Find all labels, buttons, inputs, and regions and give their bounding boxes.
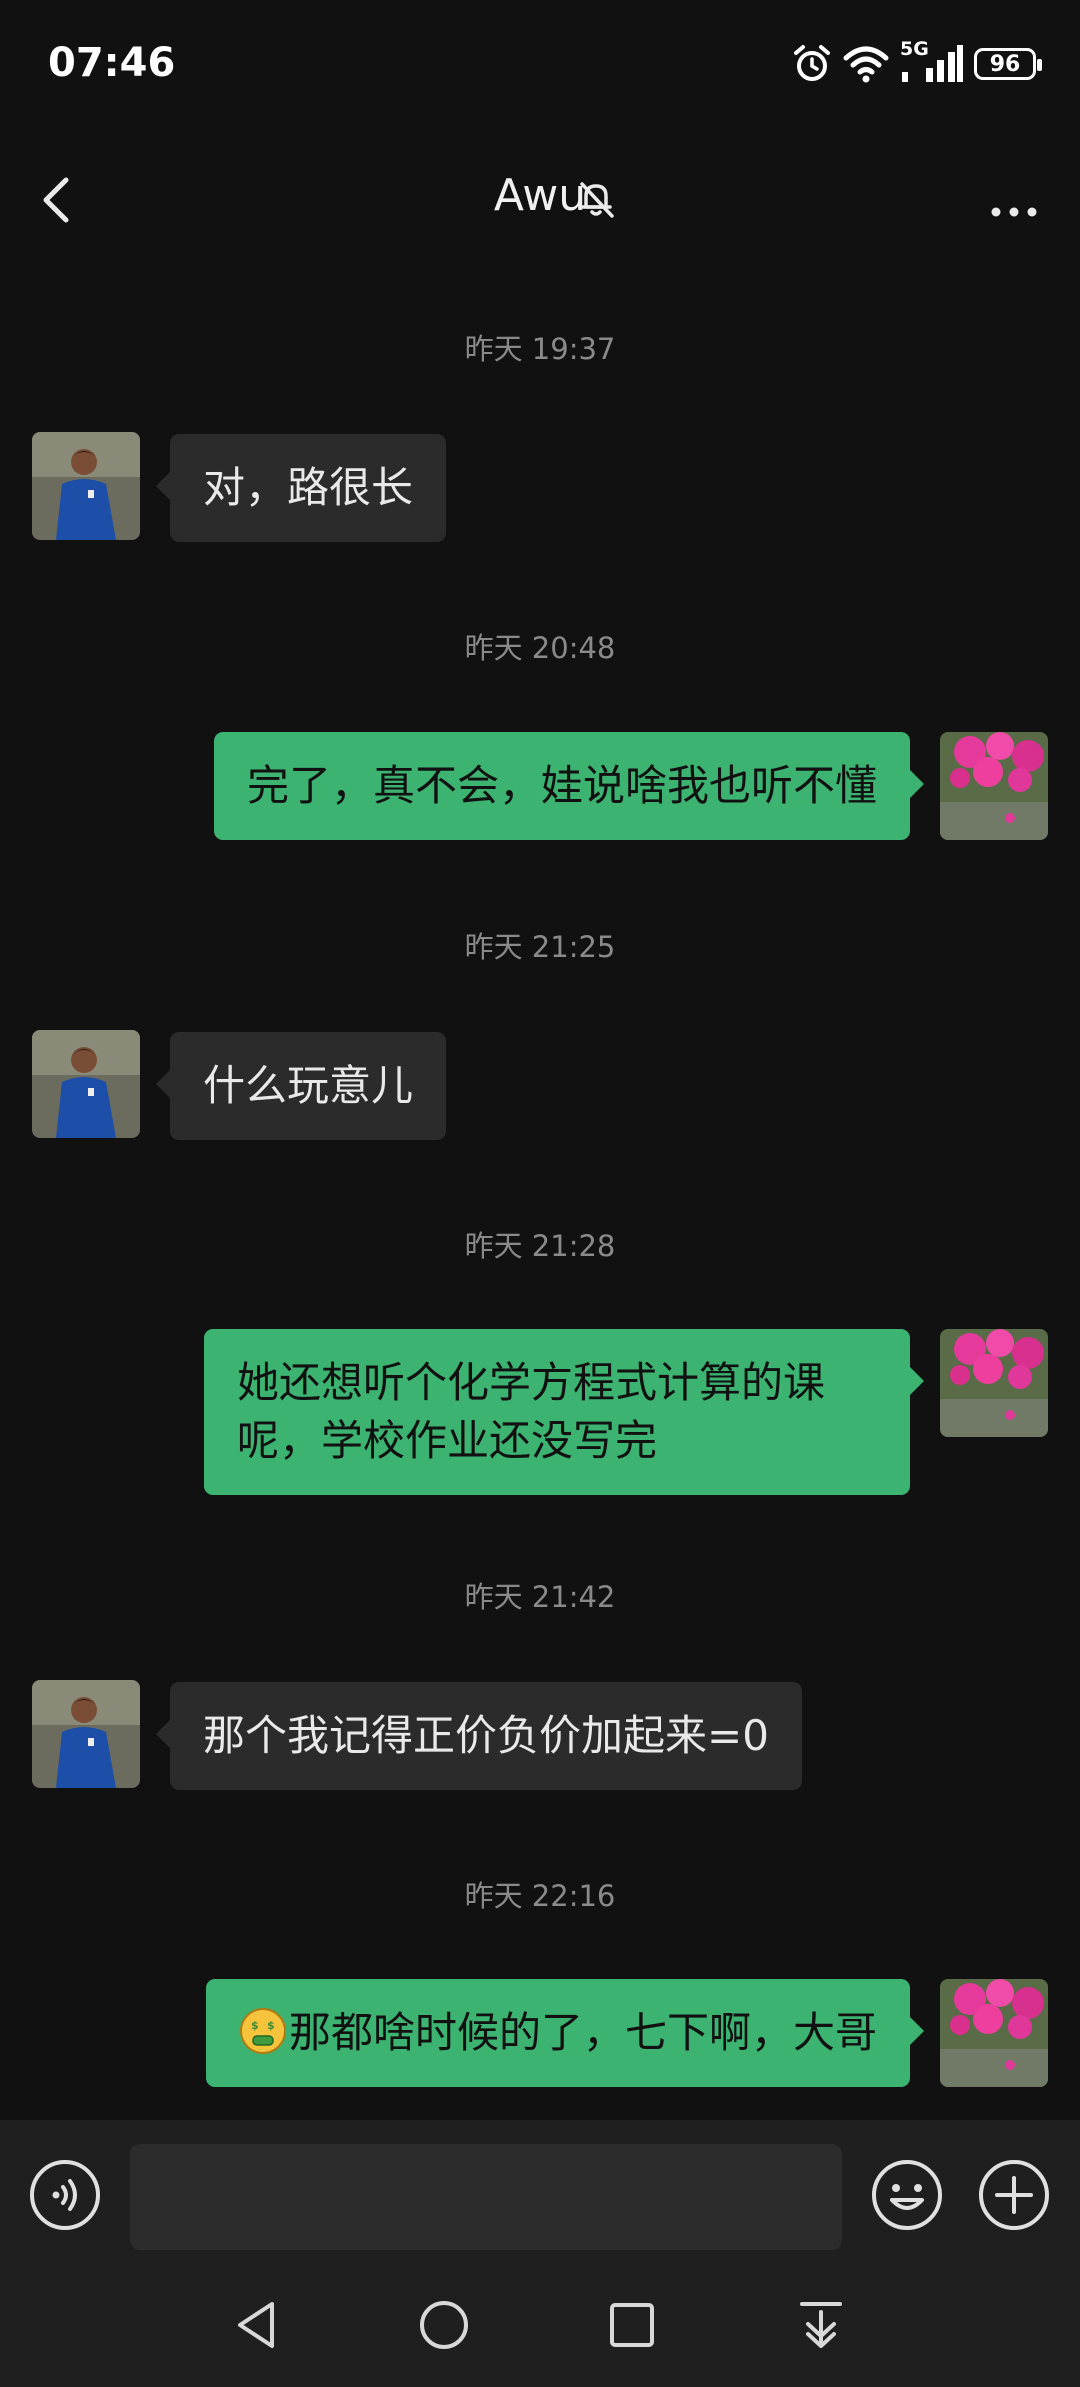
my-avatar[interactable] [940, 1329, 1048, 1437]
bell-off-icon [580, 182, 614, 218]
message-timestamp: 昨天 20:48 [464, 631, 616, 665]
message-timestamp: 昨天 21:28 [464, 1229, 616, 1263]
message-text: 什么玩意儿 [203, 1061, 414, 1110]
my-avatar[interactable] [940, 732, 1048, 840]
more-actions-button[interactable] [977, 2158, 1051, 2232]
status-bar: 07:46 5G 96 [0, 0, 1080, 140]
message-bubble[interactable]: 什么玩意儿 [155, 1032, 447, 1140]
signal-icon [902, 45, 963, 82]
contact-avatar[interactable] [32, 1680, 140, 1788]
message-text: 那都啥时候的了，七下啊，大哥 [288, 2008, 877, 2057]
nav-recents-button[interactable] [601, 2294, 663, 2356]
battery-level: 96 [989, 51, 1021, 77]
voice-icon [30, 2160, 100, 2230]
player-photo [32, 1030, 140, 1138]
svg-text:$: $ [267, 2019, 275, 2032]
chat-title: Awu [493, 170, 587, 221]
alarm-icon [794, 45, 830, 81]
message-bubble[interactable]: 完了，真不会，娃说啥我也听不懂 [213, 732, 925, 840]
nav-recents-icon [610, 2303, 654, 2347]
my-avatar[interactable] [940, 1979, 1048, 2087]
player-photo [32, 432, 140, 540]
message-timestamp: 昨天 19:37 [464, 332, 616, 366]
voice-button[interactable] [28, 2158, 102, 2232]
message-timestamp: 昨天 21:42 [464, 1580, 616, 1614]
plus-icon [979, 2160, 1049, 2230]
contact-avatar[interactable] [32, 1030, 140, 1138]
message-timestamp: 昨天 21:25 [464, 930, 616, 964]
nav-menu-button[interactable] [790, 2294, 852, 2356]
system-nav-bar [0, 2270, 1080, 2387]
message-list[interactable]: 昨天 19:37 对，路很长 昨天 20:48 完了，真不会，娃说啥我也听不懂 … [0, 260, 1080, 2120]
wifi-icon [843, 46, 889, 83]
nav-menu-icon [800, 2302, 842, 2348]
smiley-icon [872, 2160, 942, 2230]
status-time: 07:46 [48, 40, 176, 86]
chat-header: Awu [0, 140, 1080, 260]
message-bubble[interactable]: 那个我记得正价负价加起来=0 [156, 1682, 802, 1790]
nav-home-icon [420, 2301, 468, 2349]
message-bubble[interactable]: 对，路很长 [155, 434, 447, 542]
nav-home-button[interactable] [413, 2294, 475, 2356]
network-indicator: 5G [900, 38, 964, 84]
message-timestamp: 昨天 22:16 [464, 1879, 616, 1913]
nav-back-icon [238, 2302, 274, 2348]
contact-avatar[interactable] [32, 432, 140, 540]
money-mouth-emoji-icon: $ $ [239, 2008, 286, 2054]
message-text: 她还想听个化学方程式计算的课呢，学校作业还没写完 [237, 1358, 826, 1465]
battery-icon: 96 [974, 48, 1042, 80]
input-bar [0, 2120, 1080, 2270]
message-bubble[interactable]: $ $ 那都啥时候的了，七下啊，大哥 [205, 1979, 925, 2087]
svg-text:$: $ [251, 2019, 259, 2032]
emoji-button[interactable] [870, 2158, 944, 2232]
nav-back-button[interactable] [226, 2294, 288, 2356]
message-input[interactable] [130, 2144, 842, 2250]
message-text: 那个我记得正价负价加起来=0 [203, 1711, 769, 1760]
flower-photo [940, 1979, 1048, 2087]
player-photo [32, 1680, 140, 1788]
message-text: 完了，真不会，娃说啥我也听不懂 [246, 761, 877, 810]
more-icon [991, 207, 1037, 217]
more-button[interactable] [986, 170, 1046, 230]
message-bubble[interactable]: 她还想听个化学方程式计算的课呢，学校作业还没写完 [204, 1329, 924, 1495]
flower-photo [940, 1329, 1048, 1437]
message-text: 对，路很长 [203, 463, 414, 512]
status-icons: 5G 96 [792, 38, 1042, 84]
flower-photo [940, 732, 1048, 840]
